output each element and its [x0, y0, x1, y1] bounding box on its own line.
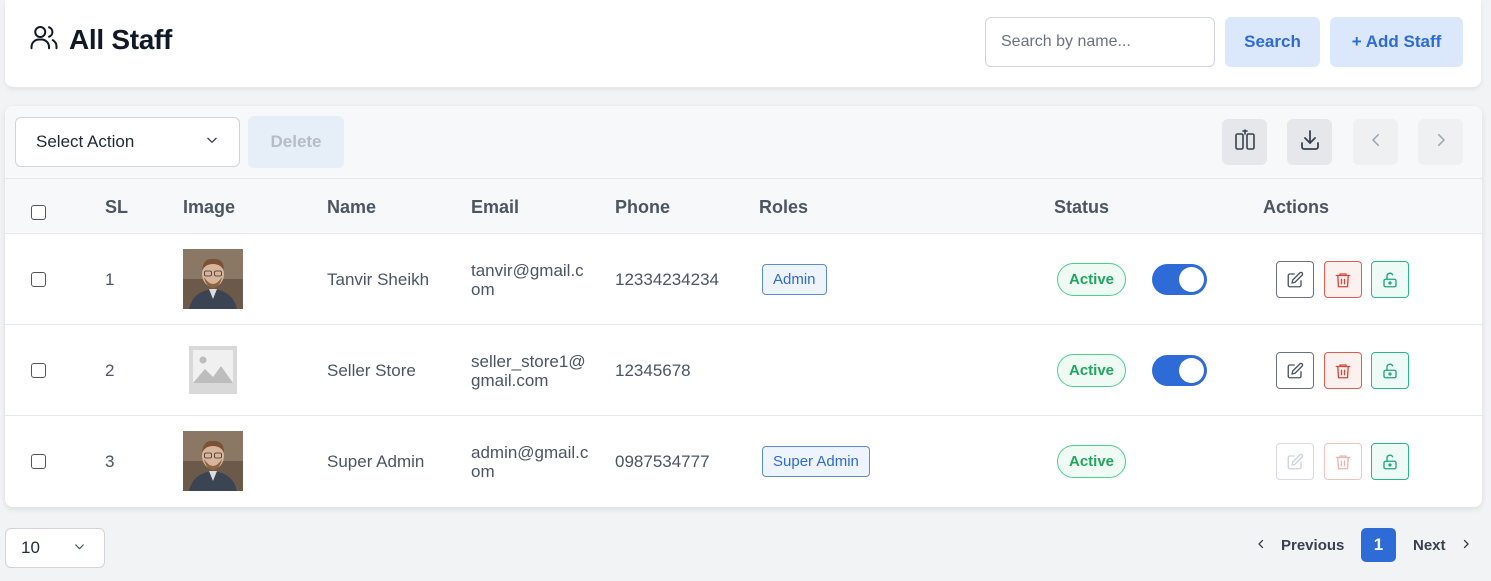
chevron-right-icon	[1460, 537, 1472, 554]
download-button[interactable]	[1287, 119, 1332, 165]
unlock-icon	[1383, 363, 1397, 378]
edit-icon	[1287, 271, 1304, 287]
select-all-checkbox[interactable]	[31, 205, 46, 220]
chevron-down-icon	[205, 132, 219, 152]
status-badge: Active	[1057, 354, 1126, 387]
download-icon	[1298, 128, 1322, 157]
row-email: tanvir@gmail.com	[471, 261, 584, 299]
columns-toggle-button[interactable]	[1222, 119, 1267, 165]
column-header-status: Status	[1054, 197, 1110, 217]
row-phone: 12345678	[615, 361, 691, 380]
table-row: 3 Super Admin admin@gmail.com 0987534777…	[5, 416, 1482, 507]
image-placeholder-icon	[183, 340, 243, 400]
staff-table-card: Select Action Delete SL Image Name Email…	[5, 106, 1482, 507]
search-button[interactable]: Search	[1225, 17, 1320, 67]
next-page-label: Next	[1413, 536, 1446, 554]
delete-button[interactable]	[1324, 261, 1362, 298]
previous-page-label: Previous	[1281, 536, 1345, 554]
chevron-left-icon	[1255, 537, 1267, 554]
chevron-down-icon	[73, 538, 86, 558]
edit-button	[1276, 443, 1314, 480]
edit-icon	[1287, 362, 1304, 378]
add-staff-button[interactable]: + Add Staff	[1330, 17, 1463, 67]
status-badge: Active	[1057, 263, 1126, 296]
column-header-roles: Roles	[759, 197, 809, 217]
staff-avatar	[183, 431, 243, 491]
select-action-dropdown[interactable]: Select Action	[15, 117, 240, 167]
role-badge: Super Admin	[762, 446, 870, 477]
delete-button[interactable]	[1324, 352, 1362, 389]
row-checkbox[interactable]	[31, 363, 46, 378]
bulk-delete-button[interactable]: Delete	[248, 116, 344, 168]
page-size-value: 10	[21, 538, 40, 557]
row-name: Super Admin	[327, 452, 425, 471]
unlock-icon	[1383, 454, 1397, 469]
search-input[interactable]	[985, 17, 1215, 67]
edit-button[interactable]	[1276, 352, 1314, 389]
chevron-right-icon	[1432, 131, 1450, 154]
row-name: Seller Store	[327, 361, 416, 380]
page-header: All Staff Search + Add Staff	[5, 0, 1481, 87]
role-badge: Admin	[762, 264, 827, 295]
users-icon	[29, 22, 59, 57]
column-header-actions: Actions	[1263, 197, 1330, 217]
page-title-text: All Staff	[69, 23, 173, 55]
row-sl: 3	[105, 452, 115, 471]
status-toggle[interactable]	[1152, 264, 1207, 295]
edit-button[interactable]	[1276, 261, 1314, 298]
trash-icon	[1335, 272, 1351, 287]
row-phone: 0987534777	[615, 452, 710, 471]
table-prev-button[interactable]	[1353, 119, 1398, 165]
staff-avatar	[183, 249, 243, 309]
row-name: Tanvir Sheikh	[327, 270, 430, 289]
page-number-current[interactable]: 1	[1361, 528, 1396, 562]
chevron-left-icon	[1367, 131, 1385, 154]
permissions-button[interactable]	[1371, 443, 1409, 480]
row-checkbox[interactable]	[31, 272, 46, 287]
status-badge: Active	[1057, 445, 1126, 478]
edit-icon	[1287, 453, 1304, 469]
row-email: admin@gmail.com	[471, 443, 589, 481]
column-header-sl: SL	[105, 197, 129, 217]
row-sl: 1	[105, 270, 115, 289]
row-email: seller_store1@gmail.com	[471, 352, 586, 390]
trash-icon	[1335, 363, 1351, 378]
column-header-phone: Phone	[615, 197, 671, 217]
row-sl: 2	[105, 361, 115, 380]
unlock-icon	[1383, 272, 1397, 287]
row-phone: 12334234234	[615, 270, 720, 289]
select-action-label: Select Action	[36, 132, 135, 151]
status-toggle[interactable]	[1152, 355, 1207, 386]
delete-button	[1324, 443, 1362, 480]
permissions-button[interactable]	[1371, 261, 1409, 298]
table-header: SL Image Name Email Phone Roles Status A…	[5, 178, 1482, 234]
previous-page-button[interactable]: Previous	[1255, 532, 1344, 558]
next-page-button[interactable]: Next	[1413, 532, 1472, 558]
permissions-button[interactable]	[1371, 352, 1409, 389]
column-header-email: Email	[471, 197, 520, 217]
column-header-name: Name	[327, 197, 377, 217]
column-header-image: Image	[183, 197, 236, 217]
table-row: 1 Tanvir Sheikh tanvir@gmail.com 1233423…	[5, 234, 1482, 325]
columns-icon	[1233, 128, 1257, 157]
table-row: 2 Seller Store seller_store1@gmail.com 1…	[5, 325, 1482, 416]
page-size-select[interactable]: 10	[5, 528, 105, 568]
table-toolbar: Select Action Delete	[5, 106, 1482, 178]
row-checkbox[interactable]	[31, 454, 46, 469]
page-title: All Staff	[29, 22, 172, 57]
table-next-button[interactable]	[1418, 119, 1463, 165]
trash-icon	[1335, 454, 1351, 469]
